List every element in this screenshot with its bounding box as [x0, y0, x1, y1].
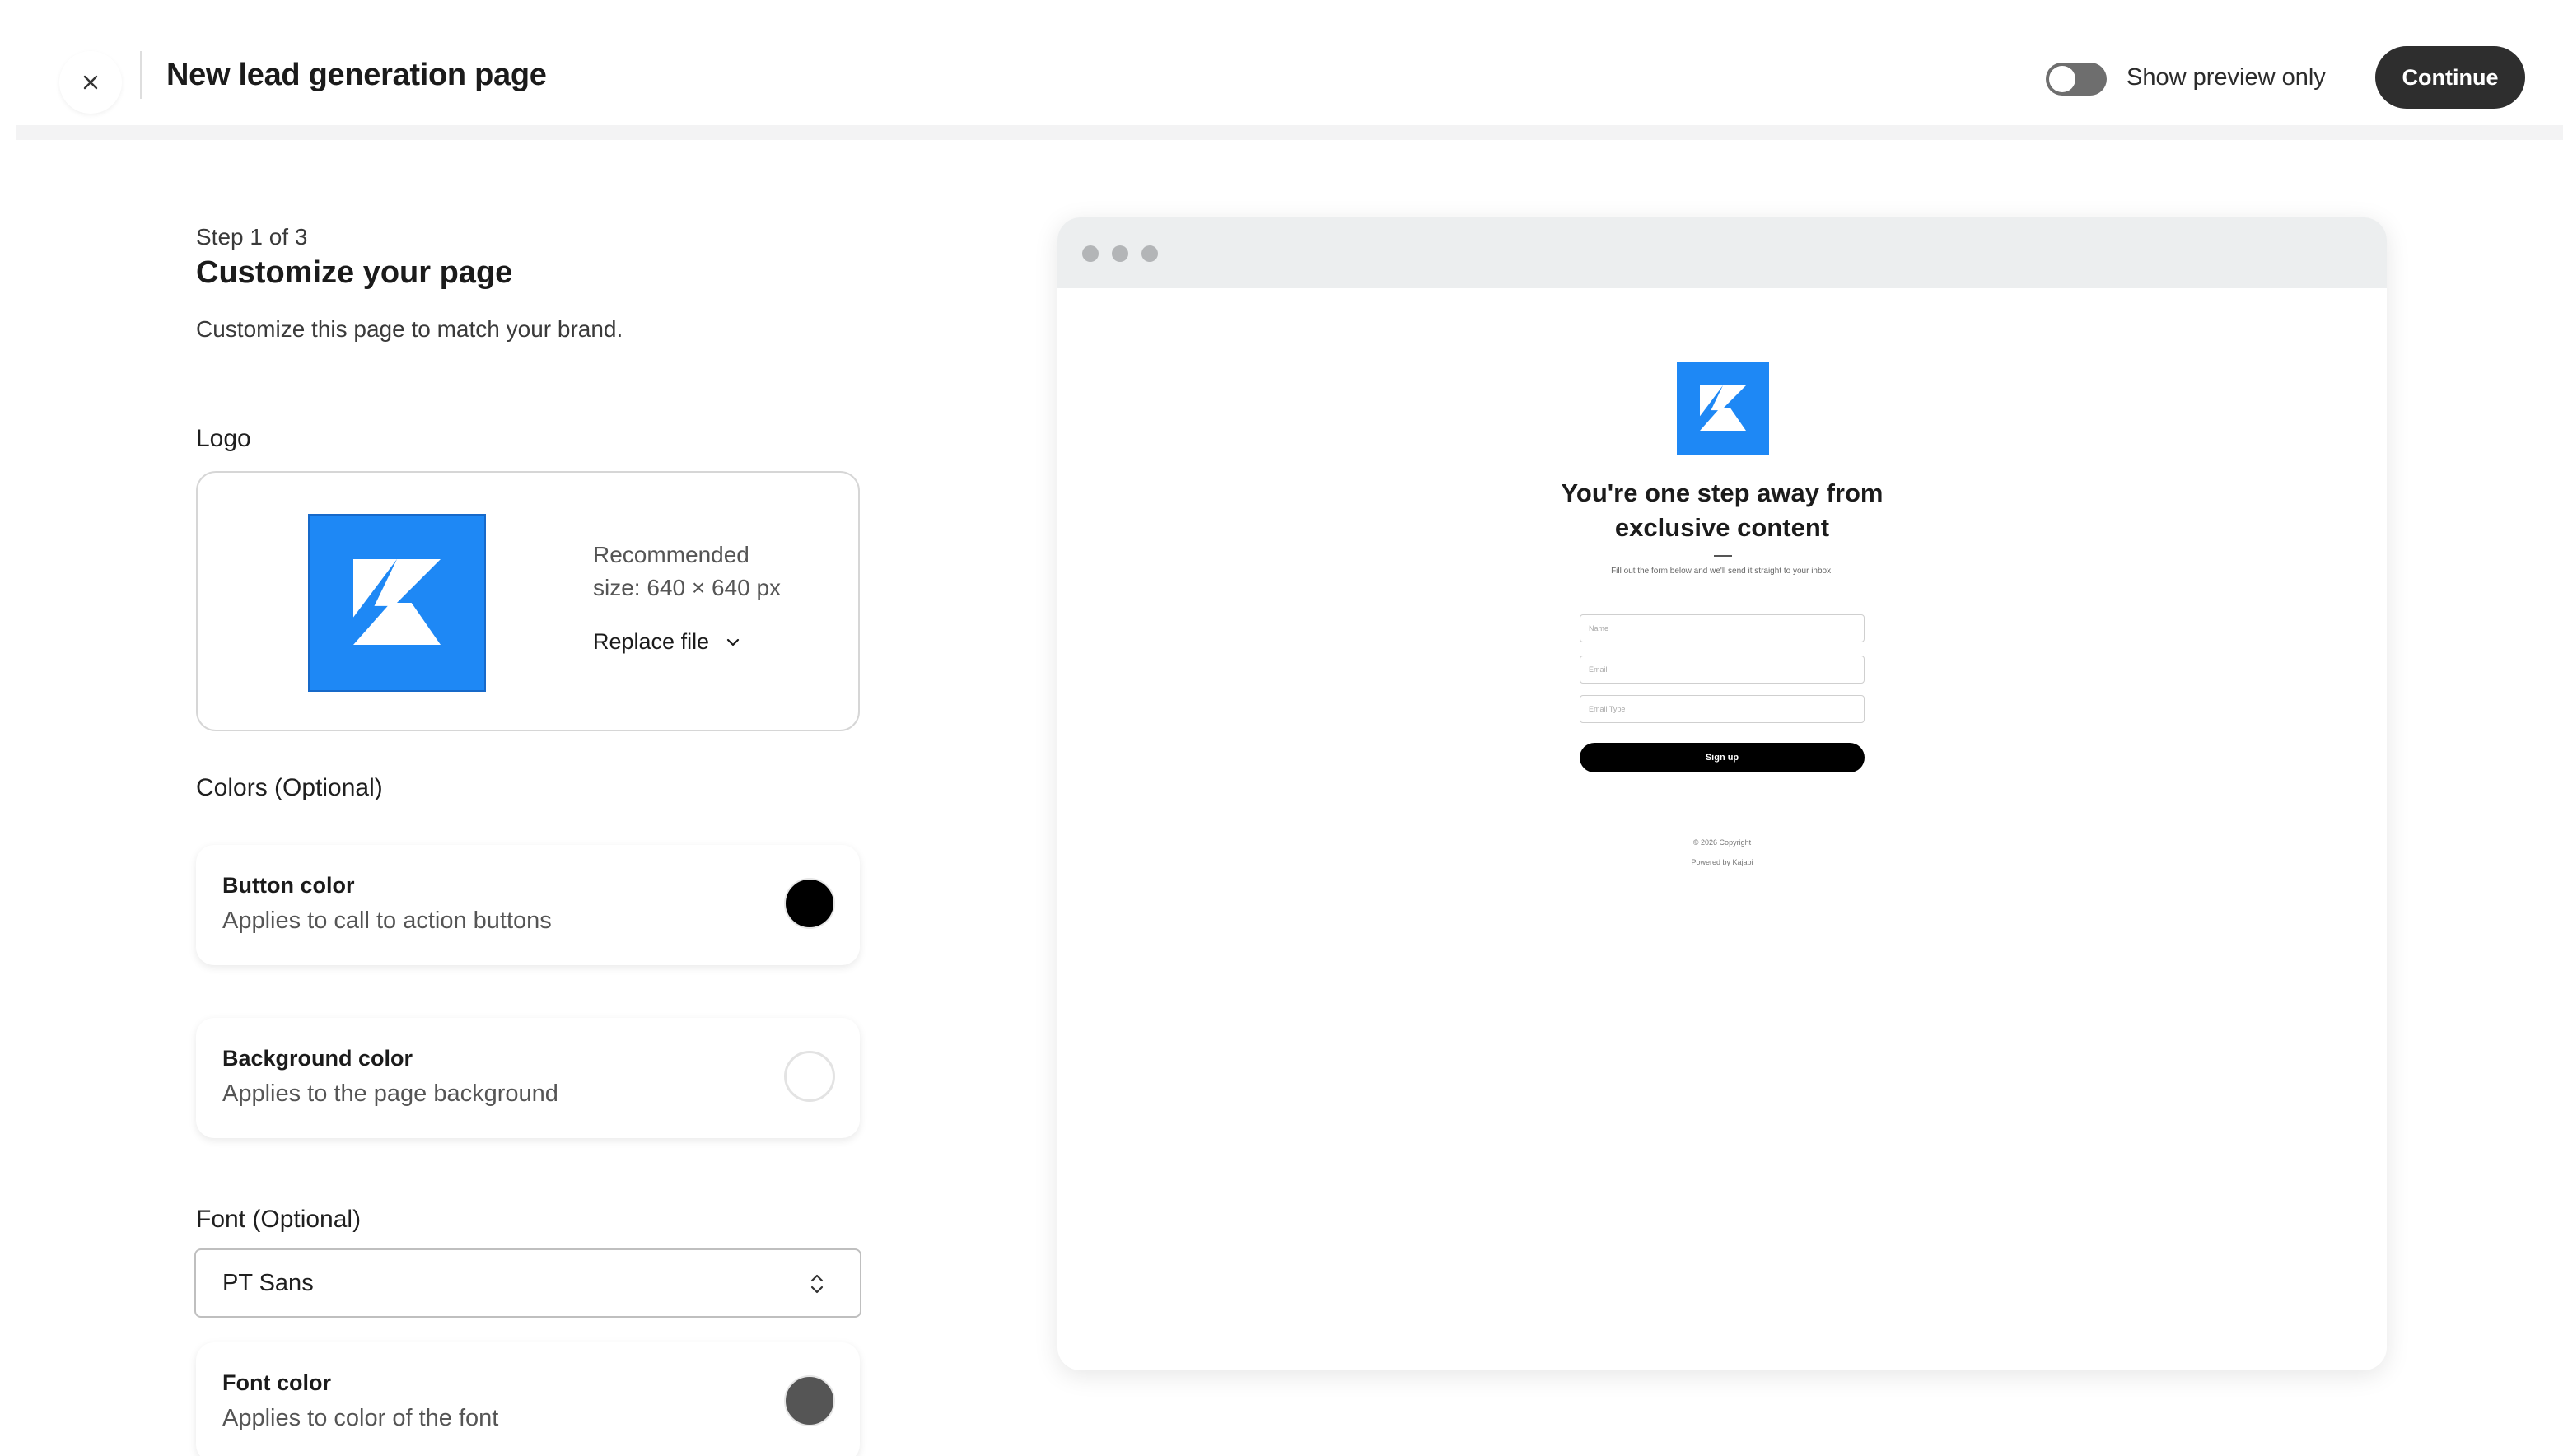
preview-heading: You're one step away from exclusive cont…	[1561, 478, 1884, 542]
background-color-desc: Applies to the page background	[222, 1080, 558, 1107]
preview-name-input: Name	[1580, 614, 1865, 642]
window-dot	[1141, 245, 1158, 262]
kajabi-logo-icon	[310, 516, 484, 690]
preview-email-placeholder: Email	[1589, 665, 1608, 674]
preview-email-type-placeholder: Email Type	[1589, 705, 1626, 713]
logo-recommendation-line2: size: 640 × 640 px	[593, 575, 782, 600]
replace-file-button[interactable]: Replace file	[593, 629, 742, 655]
header-separator	[16, 125, 2563, 140]
replace-file-label: Replace file	[593, 629, 710, 654]
logo-label: Logo	[196, 425, 251, 452]
font-color-swatch[interactable]	[784, 1375, 835, 1426]
button-color-swatch[interactable]	[784, 878, 835, 929]
background-color-card[interactable]: Background color Applies to the page bac…	[196, 1018, 860, 1138]
window-dot	[1112, 245, 1128, 262]
preview-only-toggle[interactable]	[2046, 63, 2107, 96]
colors-label: Colors (Optional)	[196, 774, 383, 801]
logo-recommendation: Recommended size: 640 × 640 px	[593, 539, 781, 604]
font-color-desc: Applies to color of the font	[222, 1405, 499, 1431]
font-color-card[interactable]: Font color Applies to color of the font	[196, 1342, 860, 1456]
button-color-desc: Applies to call to action buttons	[222, 908, 552, 934]
preview-signup-button: Sign up	[1580, 743, 1865, 772]
preview-logo	[1677, 362, 1769, 455]
background-color-swatch[interactable]	[784, 1051, 835, 1102]
close-icon	[83, 75, 98, 90]
preview-powered-by: Powered by Kajabi	[1691, 858, 1753, 866]
chevron-up-down-icon	[810, 1274, 824, 1294]
top-header: New lead generation page Show preview on…	[0, 0, 2563, 125]
continue-button[interactable]: Continue	[2375, 46, 2525, 109]
section-subtitle: Customize this page to match your brand.	[196, 316, 623, 342]
font-label: Font (Optional)	[196, 1206, 362, 1233]
toggle-knob	[2049, 66, 2075, 92]
font-color-title: Font color	[222, 1370, 331, 1395]
preview-only-label: Show preview only	[2126, 64, 2326, 91]
step-indicator: Step 1 of 3	[196, 224, 308, 250]
header-divider	[140, 51, 142, 99]
kajabi-logo-icon	[1677, 362, 1769, 455]
logo-upload-card: Recommended size: 640 × 640 px Replace f…	[196, 471, 860, 731]
preview-divider	[1714, 555, 1732, 557]
chevron-down-icon	[726, 638, 740, 646]
button-color-title: Button color	[222, 873, 355, 898]
preview-email-input: Email	[1580, 656, 1865, 684]
page-title: New lead generation page	[166, 58, 547, 92]
font-select-value: PT Sans	[222, 1270, 314, 1296]
window-dot	[1082, 245, 1099, 262]
background-color-title: Background color	[222, 1046, 413, 1071]
preview-email-type-input: Email Type	[1580, 695, 1865, 723]
preview-name-placeholder: Name	[1589, 624, 1609, 632]
section-title: Customize your page	[196, 255, 513, 290]
close-button[interactable]	[59, 51, 122, 114]
preview-subtext: Fill out the form below and we'll send i…	[1611, 567, 1833, 576]
button-color-card[interactable]: Button color Applies to call to action b…	[196, 845, 860, 965]
logo-thumbnail	[308, 514, 486, 692]
page-preview-window: You're one step away from exclusive cont…	[1057, 217, 2387, 1370]
font-select[interactable]: PT Sans	[194, 1248, 861, 1318]
logo-recommendation-line1: Recommended	[593, 542, 749, 567]
preview-browser-bar	[1057, 217, 2387, 288]
preview-copyright: © 2026 Copyright	[1692, 838, 1752, 847]
